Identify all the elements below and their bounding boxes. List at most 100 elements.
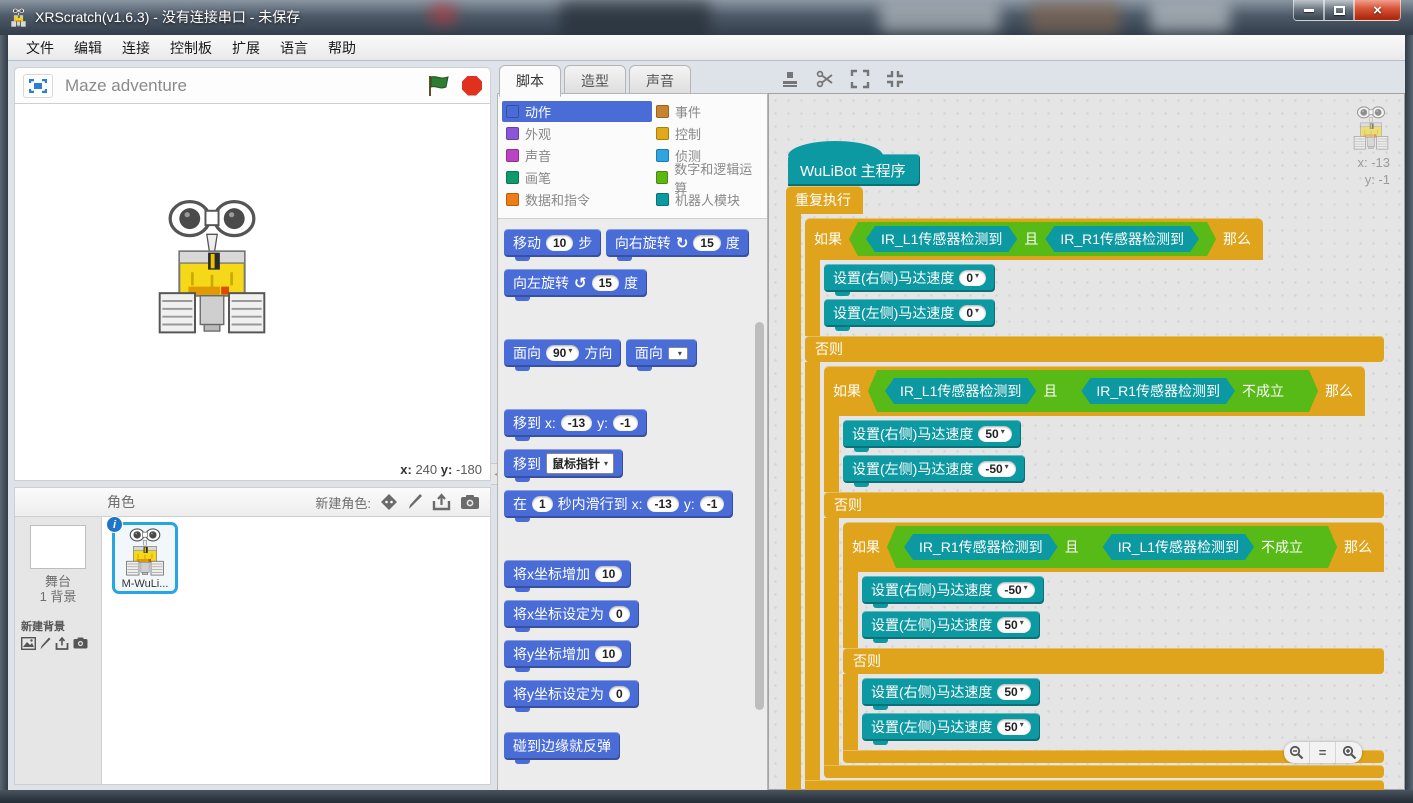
menu-extensions[interactable]: 扩展 <box>222 35 270 61</box>
palette-scrollbar[interactable] <box>755 322 764 710</box>
zoom-out-button[interactable] <box>1284 742 1310 763</box>
speed-dropdown[interactable]: 0▾ <box>959 270 986 286</box>
fullscreen-button[interactable] <box>23 74 53 98</box>
block-turn-right[interactable]: 向右旋转 ↻ 15 度 <box>606 229 749 257</box>
x-input[interactable]: -13 <box>647 496 678 512</box>
x-input[interactable]: -13 <box>561 415 592 431</box>
category-robot[interactable]: 机器人模块 <box>652 189 763 210</box>
scissors-icon[interactable] <box>815 69 835 89</box>
set-left-motor-block[interactable]: 设置(左侧)马达速度 50▾ <box>862 713 1040 741</box>
sensor-ir-r1[interactable]: IR_R1传感器检测到 <box>1045 226 1199 252</box>
value-input[interactable]: 10 <box>595 566 622 582</box>
block-goto-mouse[interactable]: 移到 鼠标指针▾ <box>504 449 623 478</box>
block-point-towards[interactable]: 面向 ▾ <box>626 339 697 367</box>
sensor-ir-r1[interactable]: IR_R1传感器检测到 <box>1081 378 1235 404</box>
hat-block-wulibot-main[interactable]: WuLiBot 主程序 <box>788 154 920 186</box>
seconds-input[interactable]: 1 <box>532 496 553 512</box>
script-stack[interactable]: WuLiBot 主程序 重复执行 如果 <box>786 154 1384 803</box>
not-operator[interactable]: IR_R1传感器检测到 不成立 <box>1064 374 1301 408</box>
value-input[interactable]: 15 <box>592 275 619 291</box>
category-control[interactable]: 控制 <box>652 123 763 144</box>
tab-scripts[interactable]: 脚本 <box>499 65 561 97</box>
set-left-motor-block[interactable]: 设置(左侧)马达速度 -50▾ <box>843 455 1025 483</box>
close-button[interactable]: × <box>1354 0 1401 21</box>
new-sprite-library-icon[interactable] <box>380 493 398 511</box>
script-canvas[interactable]: x: -13 y: -1 WuLiBot 主程序 重复执行 <box>768 93 1405 790</box>
speed-dropdown[interactable]: 50▾ <box>997 684 1030 700</box>
block-change-y[interactable]: 将y坐标增加 10 <box>504 640 631 668</box>
y-input[interactable]: -1 <box>613 415 638 431</box>
set-left-motor-block[interactable]: 设置(左侧)马达速度 0▾ <box>824 299 995 327</box>
block-set-y[interactable]: 将y坐标设定为 0 <box>504 680 639 708</box>
sprite-info-button[interactable]: i <box>106 516 123 533</box>
speed-dropdown[interactable]: -50▾ <box>997 582 1034 598</box>
upload-backdrop-icon[interactable] <box>55 637 69 650</box>
goto-target-dropdown[interactable]: 鼠标指针▾ <box>546 453 614 474</box>
menu-file[interactable]: 文件 <box>16 35 64 61</box>
block-bounce-on-edge[interactable]: 碰到边缘就反弹 <box>504 732 620 760</box>
menu-connect[interactable]: 连接 <box>112 35 160 61</box>
zoom-in-button[interactable] <box>1336 742 1362 763</box>
sensor-ir-r1[interactable]: IR_R1传感器检测到 <box>904 534 1058 560</box>
maximize-button[interactable] <box>1324 0 1354 21</box>
category-pen[interactable]: 画笔 <box>502 167 652 188</box>
direction-dropdown[interactable]: 90▾ <box>546 345 579 361</box>
category-looks[interactable]: 外观 <box>502 123 652 144</box>
menu-board[interactable]: 控制板 <box>160 35 222 61</box>
backdrop-library-icon[interactable] <box>21 637 36 650</box>
camera-sprite-icon[interactable] <box>460 494 480 510</box>
block-goto-xy[interactable]: 移到 x: -13 y: -1 <box>504 409 647 437</box>
value-input[interactable]: 0 <box>609 686 630 702</box>
green-flag-button[interactable] <box>426 75 452 97</box>
value-input[interactable]: 15 <box>693 235 720 251</box>
grow-icon[interactable] <box>850 69 870 89</box>
forever-block[interactable]: 重复执行 如果 IR_L1传感器检测到 <box>786 186 1384 803</box>
value-input[interactable]: 10 <box>595 646 622 662</box>
stamp-icon[interactable] <box>780 69 800 89</box>
speed-dropdown[interactable]: 50▾ <box>997 719 1030 735</box>
and-operator[interactable]: IR_L1传感器检测到 且 IR_R1传感器检测到 <box>849 222 1216 256</box>
block-set-x[interactable]: 将x坐标设定为 0 <box>504 600 639 628</box>
if-else-block-2[interactable]: 如果 IR_L1传感器检测到 且 IR_R1传感器检测到 <box>824 366 1384 778</box>
paint-backdrop-icon[interactable] <box>40 637 51 650</box>
shrink-icon[interactable] <box>885 69 905 89</box>
not-operator[interactable]: IR_L1传感器检测到 不成立 <box>1086 530 1320 564</box>
category-data[interactable]: 数据和指令 <box>502 189 652 210</box>
sensor-ir-l1[interactable]: IR_L1传感器检测到 <box>885 378 1036 404</box>
speed-dropdown[interactable]: 50▾ <box>978 426 1011 442</box>
block-turn-left[interactable]: 向左旋转 ↺ 15 度 <box>504 269 647 297</box>
speed-dropdown[interactable]: 50▾ <box>997 617 1030 633</box>
sensor-ir-l1[interactable]: IR_L1传感器检测到 <box>866 226 1017 252</box>
category-operators[interactable]: 数字和逻辑运算 <box>652 167 763 188</box>
zoom-reset-button[interactable]: = <box>1310 742 1336 763</box>
category-motion[interactable]: 动作 <box>502 101 652 122</box>
if-else-block-1[interactable]: 如果 IR_L1传感器检测到 且 IR_R1传感器检测到 那么 <box>805 218 1384 793</box>
category-sound[interactable]: 声音 <box>502 145 652 166</box>
menu-help[interactable]: 帮助 <box>318 35 366 61</box>
if-else-block-3[interactable]: 如果 IR_R1传感器检测到 且 IR_L1传感器检测到 <box>843 522 1384 763</box>
sprite-tile-mwulibot[interactable]: i M-WuLi... <box>112 522 178 594</box>
block-move[interactable]: 移动 10 步 <box>504 229 601 257</box>
stage-sprite-robot[interactable] <box>153 199 271 335</box>
sensor-ir-l1[interactable]: IR_L1传感器检测到 <box>1103 534 1254 560</box>
speed-dropdown[interactable]: -50▾ <box>978 461 1015 477</box>
block-change-x[interactable]: 将x坐标增加 10 <box>504 560 631 588</box>
category-events[interactable]: 事件 <box>652 101 763 122</box>
stop-button[interactable] <box>462 76 482 96</box>
camera-backdrop-icon[interactable] <box>73 637 88 649</box>
menu-language[interactable]: 语言 <box>270 35 318 61</box>
set-left-motor-block[interactable]: 设置(左侧)马达速度 50▾ <box>862 611 1040 639</box>
paint-new-sprite-icon[interactable] <box>407 493 423 511</box>
value-input[interactable]: 10 <box>546 235 573 251</box>
target-dropdown[interactable]: ▾ <box>668 347 688 360</box>
speed-dropdown[interactable]: 0▾ <box>959 305 986 321</box>
and-operator[interactable]: IR_L1传感器检测到 且 IR_R1传感器检测到 不成立 <box>868 370 1318 412</box>
minimize-button[interactable] <box>1293 0 1324 21</box>
set-right-motor-block[interactable]: 设置(右侧)马达速度 50▾ <box>862 678 1040 706</box>
block-glide[interactable]: 在 1 秒内滑行到 x: -13 y: -1 <box>504 490 733 518</box>
menu-edit[interactable]: 编辑 <box>64 35 112 61</box>
block-point-direction[interactable]: 面向 90▾ 方向 <box>504 339 621 367</box>
stage-thumbnail[interactable] <box>30 525 86 569</box>
y-input[interactable]: -1 <box>700 496 725 512</box>
set-right-motor-block[interactable]: 设置(右侧)马达速度 50▾ <box>843 420 1021 448</box>
